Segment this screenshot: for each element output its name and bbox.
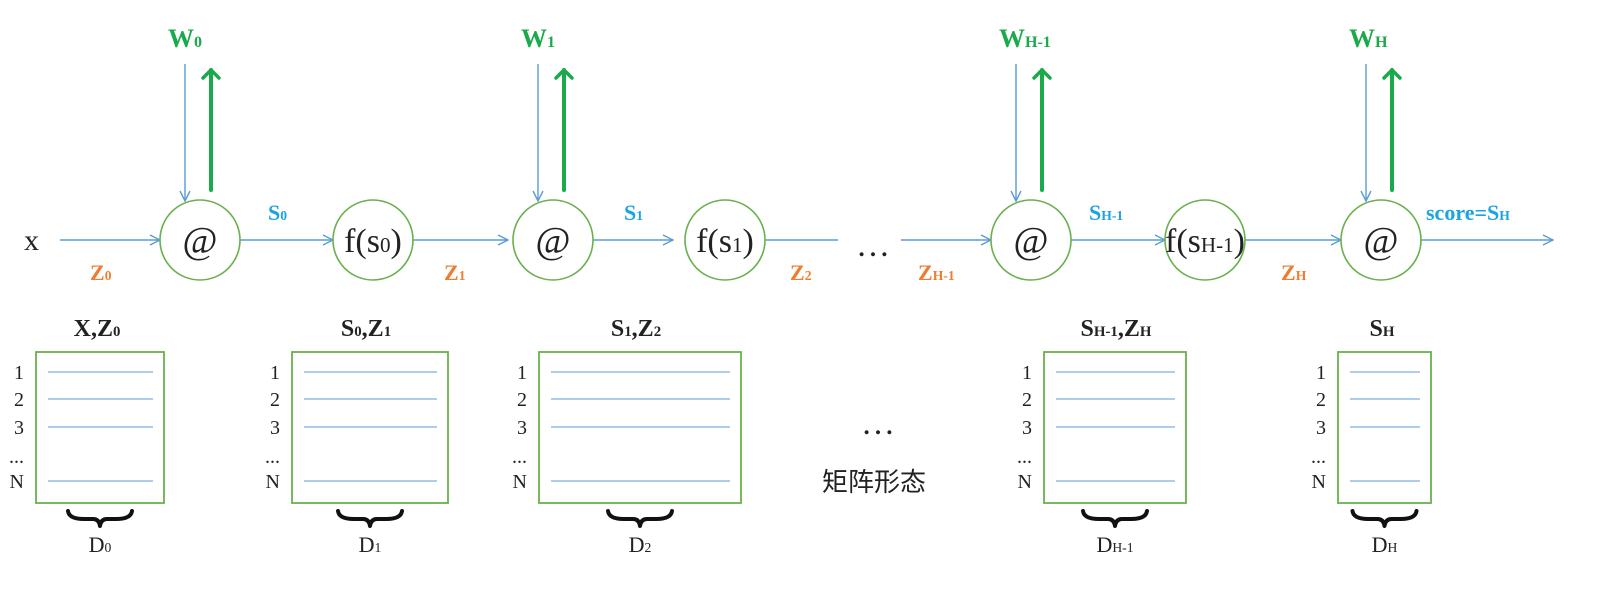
matrix-block: 1 2 3... N X,Z0 D0: [9, 316, 165, 557]
row-label: 1: [14, 362, 24, 384]
row-label: N: [1018, 471, 1032, 493]
weight-label: W0: [168, 24, 202, 53]
row-label: ...: [1017, 446, 1032, 468]
row-label: 1: [270, 362, 280, 384]
row-label: 2: [517, 389, 527, 411]
activation-function: f(s1): [696, 223, 754, 260]
row-label: ...: [1311, 446, 1326, 468]
row-label: ...: [265, 446, 280, 468]
matmul-node: @: [512, 199, 594, 281]
weight-label: WH: [1349, 24, 1388, 53]
row-label: 2: [1022, 389, 1032, 411]
matrix-caption: 矩阵形态: [822, 468, 926, 498]
output-score-label: score=SH: [1426, 200, 1510, 225]
row-label: 3: [14, 417, 24, 439]
row-label: 2: [14, 389, 24, 411]
dimension-brace: [1350, 509, 1419, 528]
row-label: N: [513, 471, 527, 493]
row-label: 3: [1022, 417, 1032, 439]
matrix-ellipsis: …: [861, 405, 895, 442]
dimension-label: DH-1: [1096, 532, 1133, 557]
matrix-block: 1 2 3... N S1,Z2 D2: [512, 316, 742, 557]
activation-node: f(s0): [332, 199, 414, 281]
z-label: Z1: [444, 260, 466, 285]
row-label: ...: [512, 446, 527, 468]
row-label: 1: [1316, 362, 1326, 384]
matrix-title: SH: [1370, 316, 1395, 342]
matrix-title: S1,Z2: [611, 316, 661, 342]
matrix-title: SH-1,ZH: [1081, 316, 1152, 342]
row-label: N: [10, 471, 24, 493]
dimension-label: D1: [359, 532, 382, 557]
z-label: ZH: [1281, 260, 1307, 285]
matrix-block: 1 2 3... N SH-1,ZH DH-1: [1017, 316, 1187, 557]
dimension-brace: [1081, 509, 1149, 528]
row-label: ...: [9, 446, 24, 468]
dimension-label: D2: [629, 532, 652, 557]
matmul-symbol: @: [1364, 220, 1399, 262]
s-label: SH-1: [1089, 200, 1123, 225]
dimension-label: D0: [89, 532, 112, 557]
dimension-brace: [66, 509, 134, 528]
input-label: x: [24, 224, 39, 257]
row-label: 3: [517, 417, 527, 439]
z-label: Z0: [90, 260, 112, 285]
row-label: 2: [1316, 389, 1326, 411]
activation-node: f(s1): [684, 199, 766, 281]
dimension-brace: [336, 509, 404, 528]
row-label: 2: [270, 389, 280, 411]
matmul-node: @: [1340, 199, 1422, 281]
row-label: 3: [270, 417, 280, 439]
matrices: 1 2 3... N X,Z0 D0 1 2 3... N S0,Z1 D1 1 2 3... N S1,Z2 D…: [9, 316, 1432, 557]
matrix-block: 1 2 3... N SH DH: [1311, 316, 1432, 557]
matrix-title: X,Z0: [74, 316, 121, 342]
row-label: N: [1312, 471, 1326, 493]
z-label: Z2: [790, 260, 812, 285]
activation-node: f(sH-1): [1164, 199, 1246, 281]
dimension-label: DH: [1372, 532, 1398, 557]
matrix-title: S0,Z1: [341, 316, 391, 342]
matmul-node: @: [990, 199, 1072, 281]
s-label: S1: [624, 200, 643, 225]
row-label: 3: [1316, 417, 1326, 439]
dimension-brace: [606, 509, 674, 528]
z-label: ZH-1: [918, 260, 955, 285]
activation-function: f(s0): [344, 223, 402, 260]
row-label: 1: [517, 362, 527, 384]
network-diagram: @ f(s0) @ f(s1) @ f(sH-1) @ W0 W1 WH-1 WH x S0 S1 SH-…: [9, 24, 1603, 557]
row-label: N: [266, 471, 280, 493]
matmul-symbol: @: [536, 220, 571, 262]
weight-label: WH-1: [999, 24, 1051, 53]
weight-label: W1: [521, 24, 555, 53]
chain-ellipsis: …: [856, 227, 890, 264]
labels: W0 W1 WH-1 WH x S0 S1 SH-1 score=SH Z0 Z1 Z2 ZH-1 ZH …: [24, 24, 1510, 285]
row-label: 1: [1022, 362, 1032, 384]
matmul-symbol: @: [1014, 220, 1049, 262]
matrix-block: 1 2 3... N S0,Z1 D1: [265, 316, 449, 557]
s-label: S0: [268, 200, 287, 225]
matmul-symbol: @: [183, 220, 218, 262]
matmul-node: @: [159, 199, 241, 281]
